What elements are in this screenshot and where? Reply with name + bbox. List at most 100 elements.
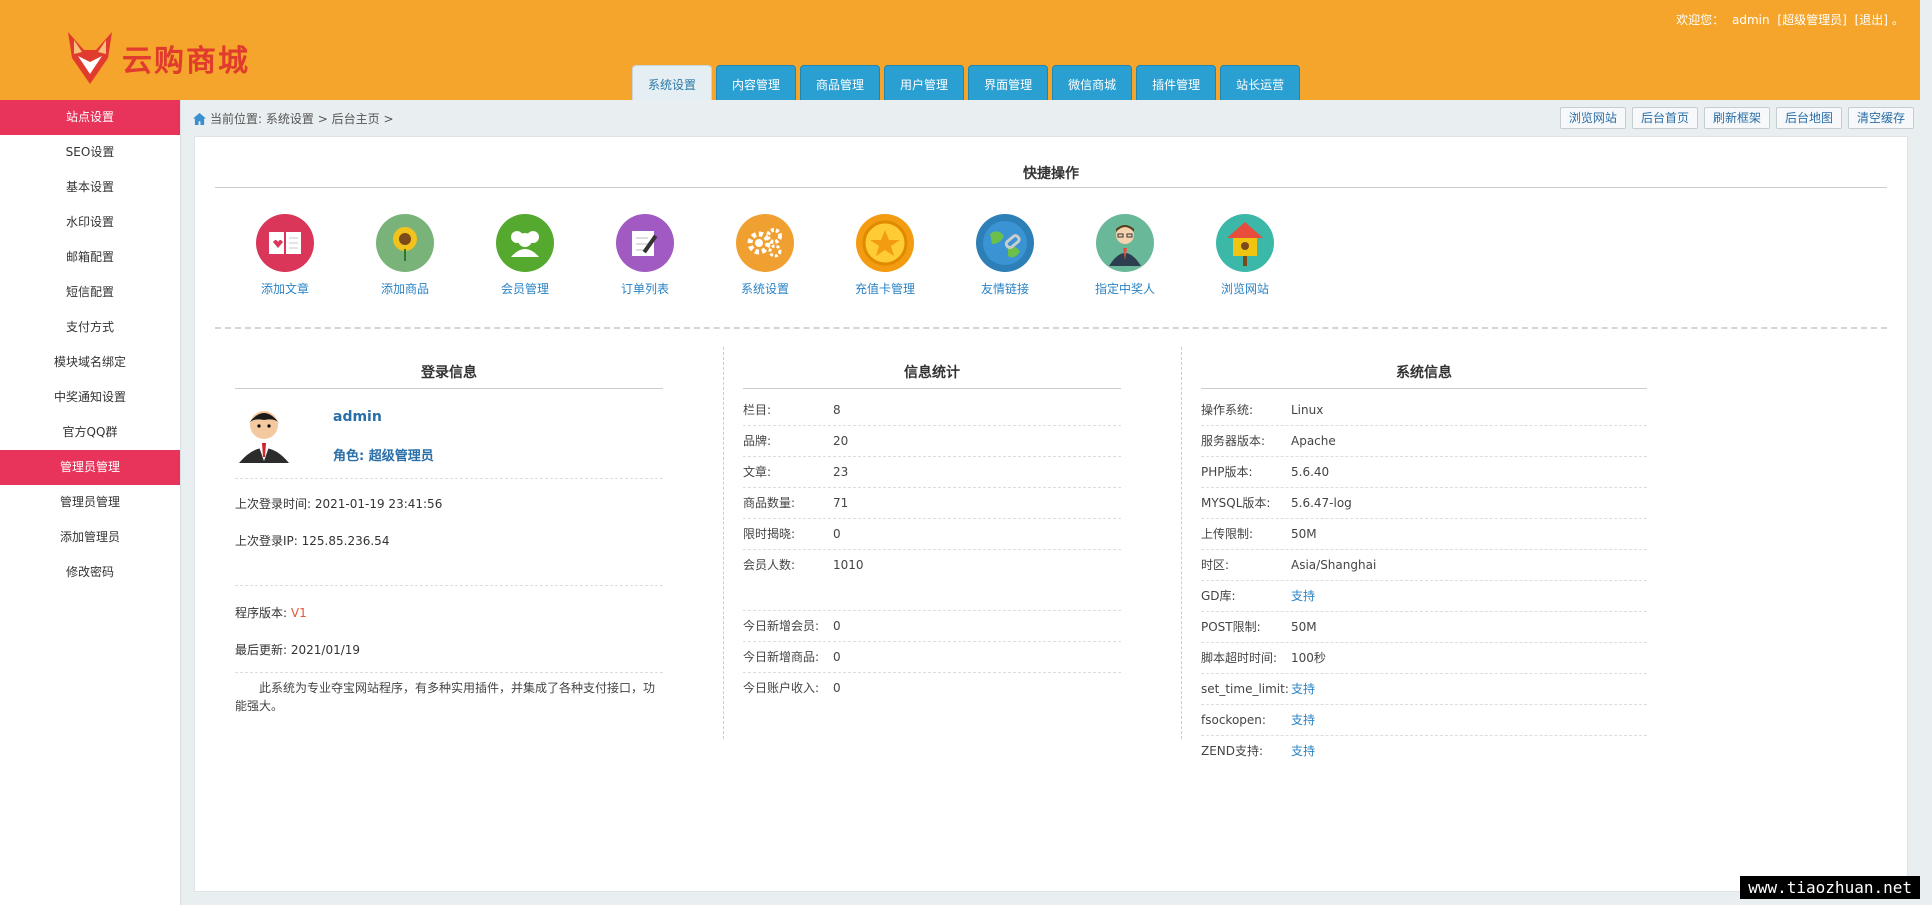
quick-actions-title: 快捷操作 [1023, 166, 1079, 182]
sysinfo-row: 脚本超时时间: 100秒 [1201, 643, 1647, 674]
quick-add-product[interactable]: 添加商品 [345, 214, 465, 297]
sidebar-group-site-settings[interactable]: 站点设置 [0, 100, 180, 135]
sysinfo-label: ZEND支持: [1201, 744, 1264, 758]
quick-actions: 添加文章 添加商品 会员管理 订单列表 系统设置 充值卡管理 友情链接 指定中奖… [225, 214, 1305, 297]
sidebar-item-win-notify[interactable]: 中奖通知设置 [0, 380, 180, 415]
coin-icon [856, 214, 914, 272]
quick-browse-site[interactable]: 浏览网站 [1185, 214, 1305, 297]
quick-label: 充值卡管理 [854, 282, 915, 296]
sidebar-item-watermark[interactable]: 水印设置 [0, 205, 180, 240]
tab-content[interactable]: 内容管理 [716, 65, 797, 100]
sysinfo-label: MYSQL版本: [1201, 496, 1271, 510]
login-info-panel: 登录信息 admin 角色: 超级管理员 上次登录时间: 2021-01-19 … [235, 362, 663, 715]
sysinfo-label: PHP版本: [1201, 465, 1253, 479]
sysinfo-row: 上传限制: 50M [1201, 519, 1647, 550]
sidebar-item-domain-binding[interactable]: 模块域名绑定 [0, 345, 180, 380]
program-version: 程序版本: V1 [235, 604, 663, 621]
welcome-bar: 欢迎您： admin [超级管理员] [退出]。 [1676, 11, 1908, 28]
clear-cache-button[interactable]: 清空缓存 [1847, 107, 1914, 129]
sidebar-item-payment[interactable]: 支付方式 [0, 310, 180, 345]
browse-site-button[interactable]: 浏览网站 [1559, 107, 1626, 129]
breadcrumb-path-2[interactable]: 后台主页 [332, 110, 380, 127]
sysinfo-value: 支持 [1291, 744, 1316, 758]
sysinfo-label: POST限制: [1201, 620, 1261, 634]
tab-users[interactable]: 用户管理 [884, 65, 965, 100]
quick-members[interactable]: 会员管理 [465, 214, 585, 297]
sysinfo-value: Apache [1291, 434, 1336, 448]
refresh-frame-button[interactable]: 刷新框架 [1703, 107, 1770, 129]
last-update: 最后更新: 2021/01/19 [235, 641, 663, 658]
fox-logo-icon [68, 32, 112, 84]
sidebar-item-qq-group[interactable]: 官方QQ群 [0, 415, 180, 450]
program-version-value: V1 [290, 606, 307, 620]
admin-map-button[interactable]: 后台地图 [1775, 107, 1842, 129]
stat-row: 今日新增商品: 0 [743, 642, 1121, 673]
stat-row: 今日新增会员: 0 [743, 611, 1121, 642]
last-login-time: 上次登录时间: 2021-01-19 23:41:56 [235, 495, 663, 512]
stats-list-1: 栏目: 8 品牌: 20 文章: 23 商品数量: 71 限时揭晓: 0 会员人数: 101… [743, 395, 1121, 611]
quick-friend-links[interactable]: 友情链接 [945, 214, 1065, 297]
stat-value: 0 [833, 650, 841, 664]
sysinfo-value: 5.6.47-log [1291, 496, 1352, 510]
stat-row: 文章: 23 [743, 457, 1121, 488]
notepad-icon [616, 214, 674, 272]
logo[interactable]: 云购商城 [64, 30, 250, 86]
sysinfo-row: 操作系统: Linux [1201, 395, 1647, 426]
sidebar-item-email[interactable]: 邮箱配置 [0, 240, 180, 275]
sidebar-item-admin-manage[interactable]: 管理员管理 [0, 485, 180, 520]
quick-label: 添加商品 [380, 282, 429, 296]
quick-add-article[interactable]: 添加文章 [225, 214, 345, 297]
sidebar-item-change-password[interactable]: 修改密码 [0, 555, 180, 590]
tab-interface[interactable]: 界面管理 [968, 65, 1049, 100]
last-login-ip-label: 上次登录IP: [235, 534, 298, 548]
breadcrumb: 当前位置: 系统设置 > 后台主页 > [193, 110, 394, 127]
login-history: 上次登录时间: 2021-01-19 23:41:56 上次登录IP: 125.… [235, 495, 663, 586]
welcome-tail: 。 [1891, 13, 1904, 27]
stat-label: 今日新增会员: [743, 619, 820, 633]
quick-label: 友情链接 [980, 282, 1029, 296]
breadcrumb-path-1[interactable]: 系统设置 [266, 110, 314, 127]
sidebar-item-add-admin[interactable]: 添加管理员 [0, 520, 180, 555]
sysinfo-label: 操作系统: [1201, 403, 1254, 417]
admin-home-button[interactable]: 后台首页 [1631, 107, 1698, 129]
section-divider [215, 327, 1887, 329]
tab-wechat-mall[interactable]: 微信商城 [1052, 65, 1133, 100]
stat-row: 品牌: 20 [743, 426, 1121, 457]
sysinfo-row: POST限制: 50M [1201, 612, 1647, 643]
tab-operations[interactable]: 站长运营 [1220, 65, 1301, 100]
quick-system-settings[interactable]: 系统设置 [705, 214, 825, 297]
sidebar-item-basic[interactable]: 基本设置 [0, 170, 180, 205]
tab-products[interactable]: 商品管理 [800, 65, 881, 100]
tab-plugins[interactable]: 插件管理 [1136, 65, 1217, 100]
main-panel: 快捷操作 添加文章 添加商品 会员管理 订单列表 系统设置 充值卡管理 友情链接… [194, 136, 1908, 892]
birdhouse-icon [1216, 214, 1274, 272]
stat-value: 8 [833, 403, 841, 417]
quick-assign-winner[interactable]: 指定中奖人 [1065, 214, 1185, 297]
users-icon [496, 214, 554, 272]
sysinfo-value: 50M [1291, 620, 1317, 634]
quick-recharge-cards[interactable]: 充值卡管理 [825, 214, 945, 297]
system-info-title: 系统信息 [1201, 362, 1647, 389]
header-bar: 云购商城 欢迎您： admin [超级管理员] [退出]。 系统设置 内容管理 … [0, 0, 1920, 100]
last-login-ip-value: 125.85.236.54 [301, 534, 390, 548]
quick-orders[interactable]: 订单列表 [585, 214, 705, 297]
stat-label: 限时揭晓: [743, 527, 796, 541]
sidebar-item-seo[interactable]: SEO设置 [0, 135, 180, 170]
book-icon [256, 214, 314, 272]
quick-label: 订单列表 [620, 282, 669, 296]
login-username: admin [333, 409, 382, 425]
sidebar-item-sms[interactable]: 短信配置 [0, 275, 180, 310]
tab-system-settings[interactable]: 系统设置 [632, 65, 713, 100]
sidebar-group-admin[interactable]: 管理员管理 [0, 450, 180, 485]
globe-link-icon [976, 214, 1034, 272]
stat-label: 商品数量: [743, 496, 796, 510]
sysinfo-label: 脚本超时时间: [1201, 651, 1278, 665]
system-info-panel: 系统信息 操作系统: Linux 服务器版本: Apache PHP版本: 5.6.4… [1201, 362, 1647, 766]
vertical-scrollbar[interactable] [1908, 136, 1920, 905]
stat-value: 71 [833, 496, 849, 510]
quick-label: 会员管理 [500, 282, 549, 296]
sysinfo-label: GD库: [1201, 589, 1236, 603]
sysinfo-value: Asia/Shanghai [1291, 558, 1377, 572]
logout-link[interactable]: [退出] [1855, 13, 1888, 27]
quick-label: 系统设置 [740, 282, 789, 296]
